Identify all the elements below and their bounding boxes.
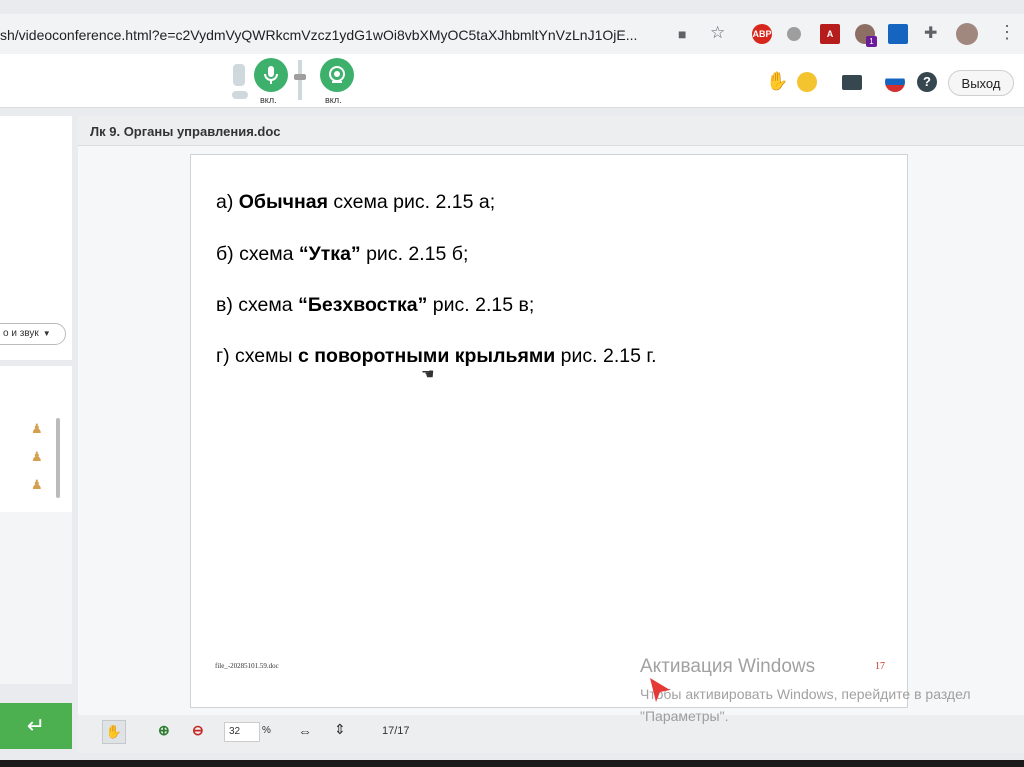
mic-toggle[interactable] [232,91,248,99]
participant-icon: ♟ [31,449,43,464]
puzzle-icon[interactable]: ✚ [924,23,937,43]
mic-button[interactable] [254,58,288,92]
mic-label: вкл. [260,95,277,105]
windows-activation-title: Активация Windows [640,656,816,677]
menu-icon[interactable]: ⋮ [998,22,1016,43]
zoom-unit: % [262,725,271,736]
hand-cursor-icon: ☚ [421,366,435,383]
document-page: а) Обычная схема рис. 2.15 а; б) схема “… [190,154,908,708]
app-toolbar [0,54,1024,108]
left-panel: ♟ ♟ ♟ [0,116,72,752]
document-line-c: в) схема “Безхвостка” рис. 2.15 в; [216,294,535,316]
pan-tool-button[interactable]: ✋ [102,720,126,744]
pdf-icon[interactable]: A [820,24,840,44]
participant-icon: ♟ [31,421,43,436]
flag-extension-icon[interactable] [888,24,908,44]
help-icon[interactable]: ? [917,72,937,92]
pointer-cursor-icon [650,678,670,702]
document-title: Лк 9. Органы управления.doc [90,124,281,139]
raise-hand-icon[interactable]: ✋ [766,71,788,92]
document-line-d: г) схемы с поворотными крыльями рис. 2.1… [216,345,657,367]
mic-device-icon[interactable] [233,64,245,86]
url-text[interactable]: sh/videoconference.html?e=c2VydmVyQWRkcm… [0,27,637,43]
microphone-icon [264,66,278,84]
document-line-b: б) схема “Утка” рис. 2.15 б; [216,243,469,265]
exit-button[interactable]: Выход [948,70,1014,96]
document-panel: Лк 9. Органы управления.doc а) Обычная с… [78,116,1024,753]
taskbar [0,760,1024,767]
extension-badge: 1 [866,36,877,47]
participant-scrollbar[interactable] [56,418,60,498]
windows-activation-text: Чтобы активировать Windows, перейдите в … [640,686,971,724]
participant-icon: ♟ [31,477,43,492]
send-enter-button[interactable]: ↵ [0,703,72,749]
screen: sh/videoconference.html?e=c2VydmVyQWRkcm… [0,0,1024,760]
adblock-icon[interactable]: ABP [752,24,772,44]
participant-list [0,416,60,502]
zoom-in-icon[interactable]: ⊕ [158,722,170,739]
document-header: Лк 9. Органы управления.doc [78,116,1024,146]
document-footer-page-number: 17 [875,661,885,672]
volume-slider[interactable] [298,60,302,100]
left-panel-block-bottom [0,512,72,684]
audio-video-select[interactable]: о и звук ▼ [0,323,66,345]
fit-page-icon[interactable]: ⇕ [334,721,346,738]
document-line-a: а) Обычная схема рис. 2.15 а; [216,191,496,213]
circle-extension-icon[interactable] [787,27,801,41]
document-footer-file: file_-20285101.59.doc [215,662,279,670]
emoji-icon[interactable] [797,72,817,92]
volume-slider-thumb[interactable] [294,74,306,80]
audio-video-select-value: о и звук [3,328,39,339]
language-flag-icon[interactable] [885,72,905,92]
profile-avatar[interactable] [956,23,978,45]
fit-width-icon[interactable]: ⇔ [298,723,312,739]
zoom-out-icon[interactable]: ⊖ [192,722,204,739]
page-indicator: 17/17 [382,725,410,737]
folder-icon[interactable] [842,75,862,90]
camera-label: вкл. [325,95,342,105]
camera-button[interactable] [320,58,354,92]
enter-arrow-icon: ↵ [26,713,46,738]
chevron-down-icon: ▼ [42,329,51,338]
camera-icon[interactable]: ■ [678,26,686,42]
webcam-icon [329,66,345,83]
star-icon[interactable]: ☆ [710,23,725,43]
zoom-input[interactable]: 32 [224,722,260,742]
